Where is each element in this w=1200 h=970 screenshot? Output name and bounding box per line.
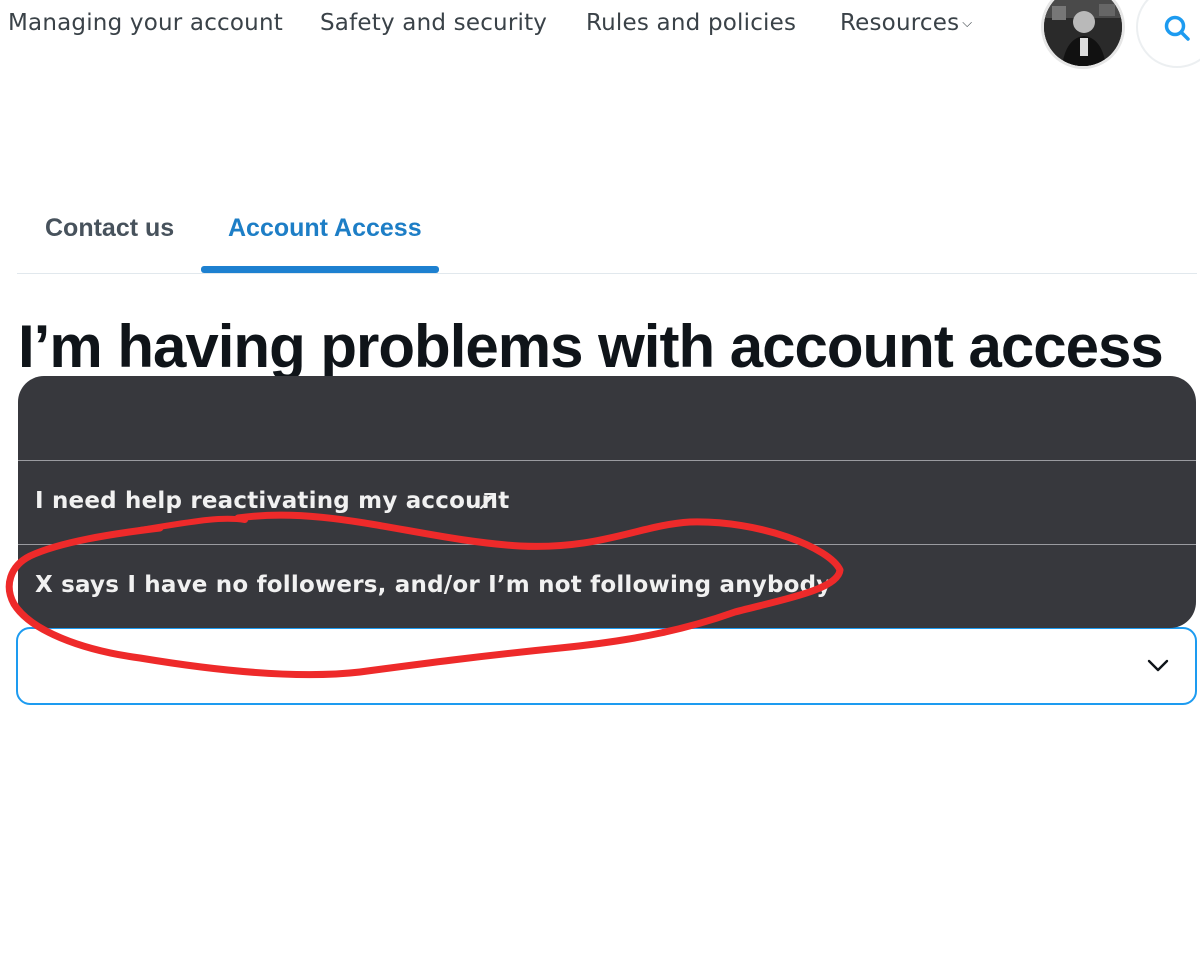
dropdown-option-no-followers[interactable]: X says I have no followers, and/or I’m n… — [18, 544, 1196, 628]
chevron-down-icon — [1147, 659, 1169, 672]
search-button[interactable] — [1136, 0, 1200, 68]
chevron-down-icon: ⌵ — [962, 16, 973, 31]
search-icon — [1164, 15, 1190, 41]
tab-account-access[interactable]: Account Access — [228, 214, 422, 243]
nav-label: Managing your account — [8, 10, 283, 36]
user-avatar[interactable] — [1044, 0, 1122, 66]
dropdown-menu: I need help reactivating my account X sa… — [18, 376, 1196, 628]
nav-managing-account[interactable]: Managing your account — [8, 10, 283, 36]
option-label: I need help reactivating my account — [35, 488, 510, 514]
nav-safety-security[interactable]: Safety and security — [320, 10, 547, 36]
external-link-icon — [480, 493, 496, 509]
top-navigation: Managing your account Safety and securit… — [0, 0, 1200, 70]
nav-rules-policies[interactable]: Rules and policies — [586, 10, 796, 36]
page-title: I’m having problems with account access — [18, 313, 1164, 380]
tab-contact-us[interactable]: Contact us — [45, 214, 174, 243]
dropdown-option-reactivate[interactable]: I need help reactivating my account — [18, 460, 1196, 544]
dropdown-option[interactable] — [18, 376, 1196, 460]
active-tab-indicator — [201, 266, 439, 273]
nav-label: Rules and policies — [586, 10, 797, 36]
option-label: X says I have no followers, and/or I’m n… — [35, 572, 832, 598]
nav-resources[interactable]: Resources ⌵ — [840, 10, 972, 36]
nav-label: Safety and security — [320, 10, 548, 36]
tab-bar: Contact us Account Access — [17, 196, 1197, 274]
avatar-image — [1044, 0, 1122, 66]
issue-select[interactable] — [16, 627, 1197, 705]
nav-label: Resources — [840, 10, 960, 36]
